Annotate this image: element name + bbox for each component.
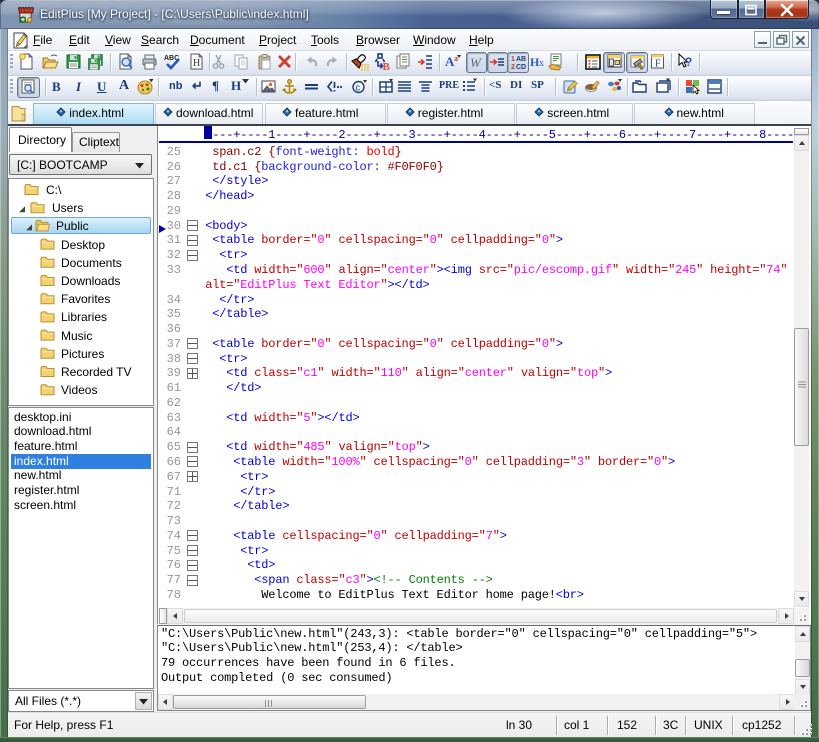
svg-text:CD: CD [516, 64, 526, 71]
svg-text:1: 1 [511, 56, 515, 63]
svg-text:2: 2 [511, 64, 515, 71]
svg-text:H: H [193, 58, 200, 69]
svg-text:B: B [383, 61, 391, 71]
svg-text:x: x [539, 58, 544, 69]
svg-text:AB: AB [516, 56, 526, 63]
svg-text:W: W [470, 55, 482, 70]
svg-text:?: ? [685, 55, 692, 69]
svg-text:c: c [356, 83, 361, 93]
svg-text:F: F [655, 59, 661, 70]
